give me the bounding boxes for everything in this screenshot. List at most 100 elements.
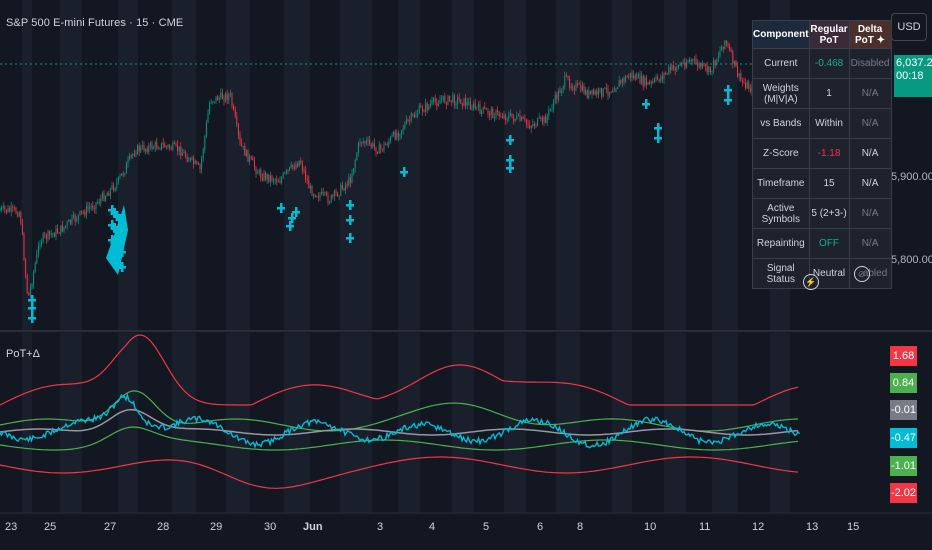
candle-body: [209, 102, 211, 114]
candle-body: [60, 225, 62, 234]
candle-body: [50, 233, 52, 235]
symbol-title[interactable]: S&P 500 E-mini Futures · 15 · CME: [6, 17, 183, 29]
candle-body: [585, 89, 587, 95]
candle-body: [684, 62, 686, 68]
candle-body: [332, 195, 334, 197]
candle-body: [55, 228, 57, 237]
candle-body: [149, 143, 151, 146]
candle-body: [513, 117, 515, 122]
candle-body: [84, 211, 86, 216]
candle-body: [578, 83, 580, 85]
candle-body: [162, 142, 164, 145]
candle-body: [135, 154, 137, 156]
candle-body: [449, 95, 451, 101]
candle-body: [375, 146, 377, 153]
current-delta: Disabled: [848, 48, 892, 79]
candle-body: [729, 45, 731, 51]
candle-body: [565, 75, 567, 77]
candle-body: [36, 253, 38, 264]
candle-body: [463, 98, 465, 106]
candle-body: [468, 102, 470, 104]
candle-body: [146, 148, 148, 153]
candle-body: [362, 141, 364, 143]
candle-body: [194, 161, 196, 164]
candle-body: [343, 188, 345, 191]
candle-body: [380, 144, 382, 149]
candle-body: [245, 149, 247, 156]
candle-body: [325, 192, 327, 195]
candle-body: [749, 88, 751, 92]
currency-button[interactable]: USD: [891, 13, 927, 41]
session-shade: [612, 333, 632, 513]
candle-body: [138, 145, 140, 152]
candle-body: [201, 158, 203, 170]
vs-bands-regular: Within: [808, 108, 850, 139]
candle-body: [407, 119, 409, 121]
candle-body: [594, 91, 596, 95]
candle-body: [473, 103, 475, 109]
indicator-title[interactable]: PoT+Δ: [6, 348, 40, 360]
candle-body: [716, 58, 718, 66]
candle-body: [164, 144, 166, 148]
candle-body: [228, 94, 230, 100]
candle-body: [121, 173, 123, 176]
candle-body: [298, 160, 300, 167]
candle-body: [609, 92, 611, 96]
candle-body: [655, 76, 657, 79]
candle-body: [229, 93, 231, 95]
pin-icon: ✦: [873, 34, 886, 46]
candle-body: [721, 46, 723, 51]
candle-body: [530, 126, 532, 129]
candle-body: [525, 119, 527, 124]
candle-body: [263, 172, 265, 181]
candle-body: [116, 182, 118, 189]
candle-body: [333, 190, 335, 197]
candle-body: [233, 105, 235, 109]
candle-body: [252, 157, 254, 161]
candle-body: [226, 93, 228, 100]
candle-body: [500, 116, 502, 118]
price-axis-label: 5,900.00: [891, 171, 932, 183]
candle-body: [543, 116, 545, 123]
candle-body: [559, 90, 561, 93]
header-delta-pot: Delta PoT ✦: [848, 20, 892, 49]
candle-body: [577, 83, 579, 85]
candle-body: [231, 93, 233, 106]
candle-body: [65, 225, 67, 227]
time-axis-label: 5: [483, 521, 490, 533]
candle-body: [642, 76, 644, 86]
candle-body: [57, 228, 59, 233]
candle-body: [717, 55, 719, 59]
signal-marker: [121, 262, 124, 272]
signal-marker: [727, 85, 730, 95]
candle-body: [266, 174, 268, 180]
candle-body: [349, 177, 351, 183]
candle-body: [465, 98, 467, 106]
candle-body: [412, 113, 414, 115]
candle-body: [429, 104, 431, 106]
candle-body: [732, 51, 734, 64]
time-axis-label: 13: [806, 521, 819, 533]
candle-body: [15, 208, 17, 214]
candle-body: [348, 177, 350, 186]
candle-body: [524, 118, 526, 120]
row-label: Current: [752, 48, 810, 79]
candle-body: [87, 206, 89, 209]
candle-body: [644, 77, 646, 86]
candle-body: [597, 89, 599, 95]
signal-marker: [349, 233, 352, 243]
signal-marker: [31, 303, 34, 313]
candle-body: [693, 58, 695, 60]
candle-body: [26, 274, 28, 293]
candle-body: [95, 202, 97, 210]
candle-body: [610, 92, 612, 94]
candle-body: [433, 98, 435, 101]
candle-body: [237, 124, 239, 135]
candle-body: [143, 145, 145, 152]
vs-bands-delta: N/A: [848, 108, 892, 139]
candle-body: [573, 88, 575, 90]
active-symbols-delta: N/A: [848, 198, 892, 229]
candle-body: [453, 95, 455, 105]
candle-body: [154, 142, 156, 148]
candle-body: [445, 102, 447, 105]
